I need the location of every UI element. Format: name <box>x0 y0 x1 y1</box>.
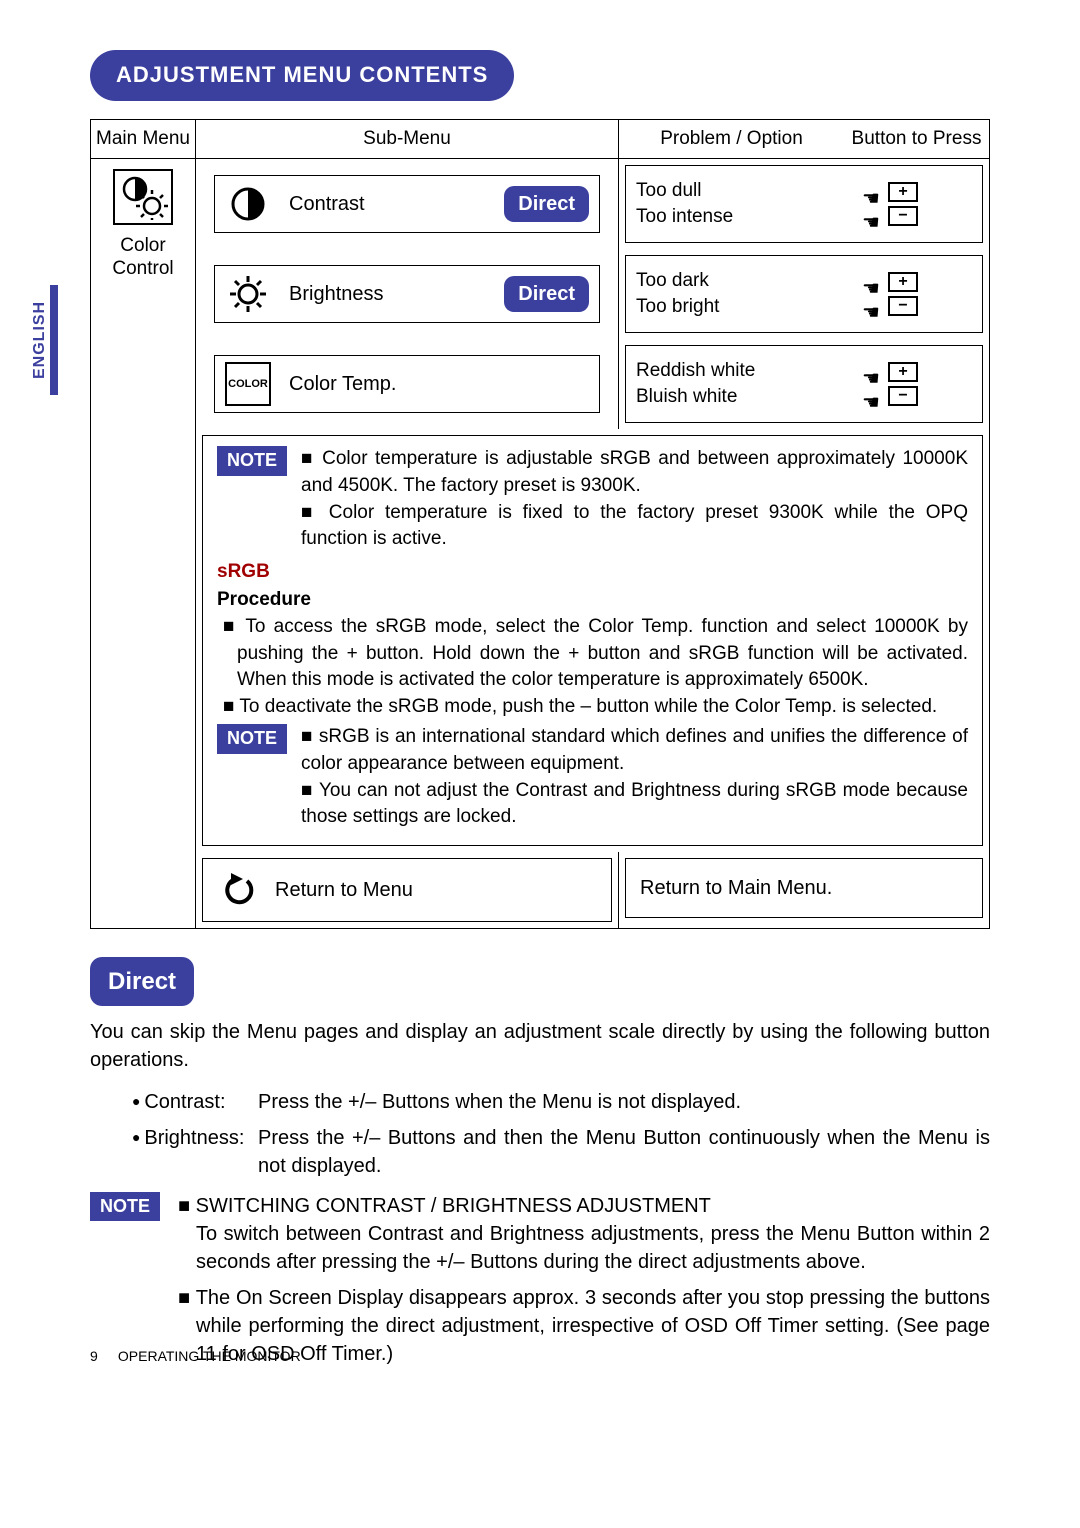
note-badge: NOTE <box>90 1192 160 1221</box>
direct-heading: Direct <box>90 957 194 1007</box>
note-badge: NOTE <box>217 724 287 753</box>
direct-contrast-def: Contrast: Press the +/– Buttons when the… <box>132 1088 990 1116</box>
page-number: 9 <box>90 1347 114 1367</box>
note1-bullet1: Color temperature is adjustable sRGB and… <box>301 446 968 499</box>
hdr-problem-option: Problem / Option <box>619 120 844 159</box>
hand-icon <box>862 275 882 289</box>
table-header-row: Main Menu Sub-Menu Problem / Option Butt… <box>91 120 989 160</box>
note1-bullet2: Color temperature is fixed to the factor… <box>301 500 968 553</box>
bottom-note-b1-head: SWITCHING CONTRAST / BRIGHTNESS ADJUSTME… <box>196 1195 711 1217</box>
contrast-plus-button[interactable]: + <box>862 182 918 202</box>
return-desc: Return to Main Menu. <box>640 874 832 902</box>
page-footer: 9 OPERATING THE MONITOR <box>90 1347 301 1367</box>
brightness-problems: Too dark Too bright <box>626 256 854 332</box>
language-tab: ENGLISH <box>30 285 58 395</box>
hand-icon <box>862 299 882 313</box>
colortemp-minus-button[interactable]: − <box>862 386 918 406</box>
hdr-button-to-press: Button to Press <box>844 120 989 159</box>
row-return: Return to Menu Return to Main Menu. <box>196 852 989 928</box>
footer-section: OPERATING THE MONITOR <box>118 1348 301 1364</box>
hdr-sub-menu: Sub-Menu <box>196 120 619 159</box>
table-body: Color Control Cont <box>91 159 989 927</box>
return-icon <box>217 873 257 907</box>
adjustment-table: Main Menu Sub-Menu Problem / Option Butt… <box>90 119 990 929</box>
direct-paragraph: You can skip the Menu pages and display … <box>90 1018 990 1074</box>
color-control-icon <box>113 169 173 225</box>
row-contrast: Contrast Direct Too dull Too intense + <box>196 159 989 249</box>
return-label: Return to Menu <box>275 876 413 904</box>
bottom-note-b1-body: To switch between Contrast and Brightnes… <box>196 1223 990 1273</box>
hand-icon <box>862 389 882 403</box>
color-temp-problems: Reddish white Bluish white <box>626 346 854 422</box>
hand-icon <box>862 185 882 199</box>
srgb-heading: sRGB <box>217 559 968 586</box>
contrast-problems: Too dull Too intense <box>626 166 854 242</box>
brightness-label: Brightness <box>289 280 486 308</box>
colortemp-plus-button[interactable]: + <box>862 362 918 382</box>
brightness-minus-button[interactable]: − <box>862 296 918 316</box>
note-badge: NOTE <box>217 446 287 475</box>
hand-icon <box>862 365 882 379</box>
main-menu-cell: Color Control <box>91 159 196 927</box>
hdr-main-menu: Main Menu <box>91 120 196 159</box>
contrast-direct-badge: Direct <box>504 186 589 222</box>
main-menu-label: Color Control <box>91 235 195 281</box>
contrast-minus-button[interactable]: − <box>862 206 918 226</box>
page-title: ADJUSTMENT MENU CONTENTS <box>90 50 514 101</box>
brightness-icon <box>225 272 271 316</box>
contrast-label: Contrast <box>289 190 486 218</box>
procedure-bullet2: To deactivate the sRGB mode, push the – … <box>223 694 968 721</box>
note2-bullet2: You can not adjust the Contrast and Brig… <box>301 778 968 831</box>
brightness-plus-button[interactable]: + <box>862 272 918 292</box>
procedure-heading: Procedure <box>217 587 968 614</box>
note2-bullet1: sRGB is an international standard which … <box>301 724 968 777</box>
direct-brightness-def: Brightness: Press the +/– Buttons and th… <box>132 1124 990 1180</box>
color-temp-icon: COLOR <box>225 362 271 406</box>
contrast-icon <box>225 182 271 226</box>
procedure-bullet1: To access the sRGB mode, select the Colo… <box>223 614 968 694</box>
row-brightness: Brightness Direct Too dark Too bright + <box>196 249 989 339</box>
row-color-temp: COLOR Color Temp. Reddish white Bluish w… <box>196 339 989 429</box>
hand-icon <box>862 209 882 223</box>
srgb-note-section: NOTE Color temperature is adjustable sRG… <box>202 435 983 845</box>
brightness-direct-badge: Direct <box>504 276 589 312</box>
color-temp-label: Color Temp. <box>289 370 589 398</box>
